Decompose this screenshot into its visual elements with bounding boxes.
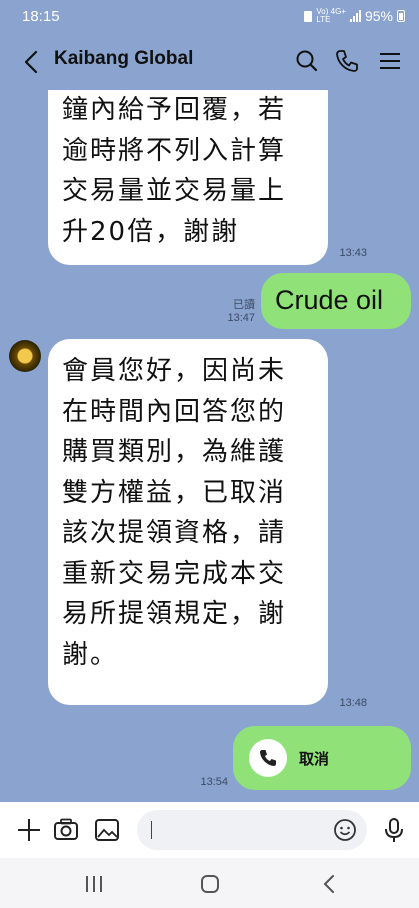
status-time: 18:15	[22, 8, 60, 25]
signal-icon	[349, 10, 361, 22]
outgoing-message[interactable]: Crude oil	[261, 273, 411, 329]
incoming-message[interactable]: 鐘內給予回覆，若 逾時將不列入計算 交易量並交易量上 升20倍，謝謝	[48, 90, 328, 265]
message-text: Crude oil	[275, 285, 384, 315]
outgoing-call-message[interactable]: 取消	[233, 726, 411, 790]
status-bar: 18:15 Vo) 4G+ LTE 95%	[0, 0, 419, 34]
incoming-message[interactable]: 會員您好，因尚未 在時間內回答您的 購買類別，為維護 雙方權益，已取消 該次提領…	[48, 339, 328, 705]
back-icon[interactable]	[20, 48, 44, 76]
menu-icon[interactable]	[377, 48, 403, 74]
network-label: Vo) 4G+ LTE	[316, 8, 346, 24]
chat-header: Kaibang Global	[0, 34, 419, 90]
sim-icon	[304, 10, 313, 22]
message-text: 會員您好，因尚未 在時間內回答您的 購買類別，為維護 雙方權益，已取消 該次提領…	[62, 356, 287, 670]
mic-icon[interactable]	[381, 816, 407, 844]
message-time: 13:54	[200, 776, 228, 788]
chat-title[interactable]: Kaibang Global	[54, 48, 193, 70]
call-label: 取消	[299, 750, 330, 768]
image-icon[interactable]	[94, 817, 120, 843]
network-lte: LTE	[316, 15, 331, 24]
battery-percent: 95%	[364, 8, 393, 24]
camera-icon[interactable]	[53, 817, 79, 843]
message-text: 鐘內給予回覆，若 逾時將不列入計算 交易量並交易量上 升20倍，謝謝	[62, 95, 287, 247]
recent-apps-icon[interactable]	[82, 872, 106, 896]
plus-icon[interactable]	[16, 817, 42, 843]
message-time: 13:43	[339, 247, 367, 259]
chat-area[interactable]: 鐘內給予回覆，若 逾時將不列入計算 交易量並交易量上 升20倍，謝謝 13:43…	[0, 90, 419, 802]
system-nav-bar	[0, 858, 419, 908]
read-receipt: 已讀	[233, 299, 255, 311]
phone-call-icon	[249, 739, 287, 777]
message-input[interactable]	[137, 810, 367, 850]
message-time: 13:48	[339, 697, 367, 709]
status-icons: Vo) 4G+ LTE 95%	[304, 8, 405, 24]
nav-back-icon[interactable]	[318, 872, 342, 896]
text-cursor	[151, 821, 152, 839]
input-bar	[0, 802, 419, 858]
message-time: 13:47	[227, 312, 255, 324]
search-icon[interactable]	[294, 48, 320, 74]
emoji-icon[interactable]	[333, 818, 357, 842]
phone-icon[interactable]	[334, 48, 360, 74]
battery-icon	[397, 10, 405, 22]
avatar[interactable]	[9, 340, 41, 372]
home-icon[interactable]	[198, 872, 222, 896]
